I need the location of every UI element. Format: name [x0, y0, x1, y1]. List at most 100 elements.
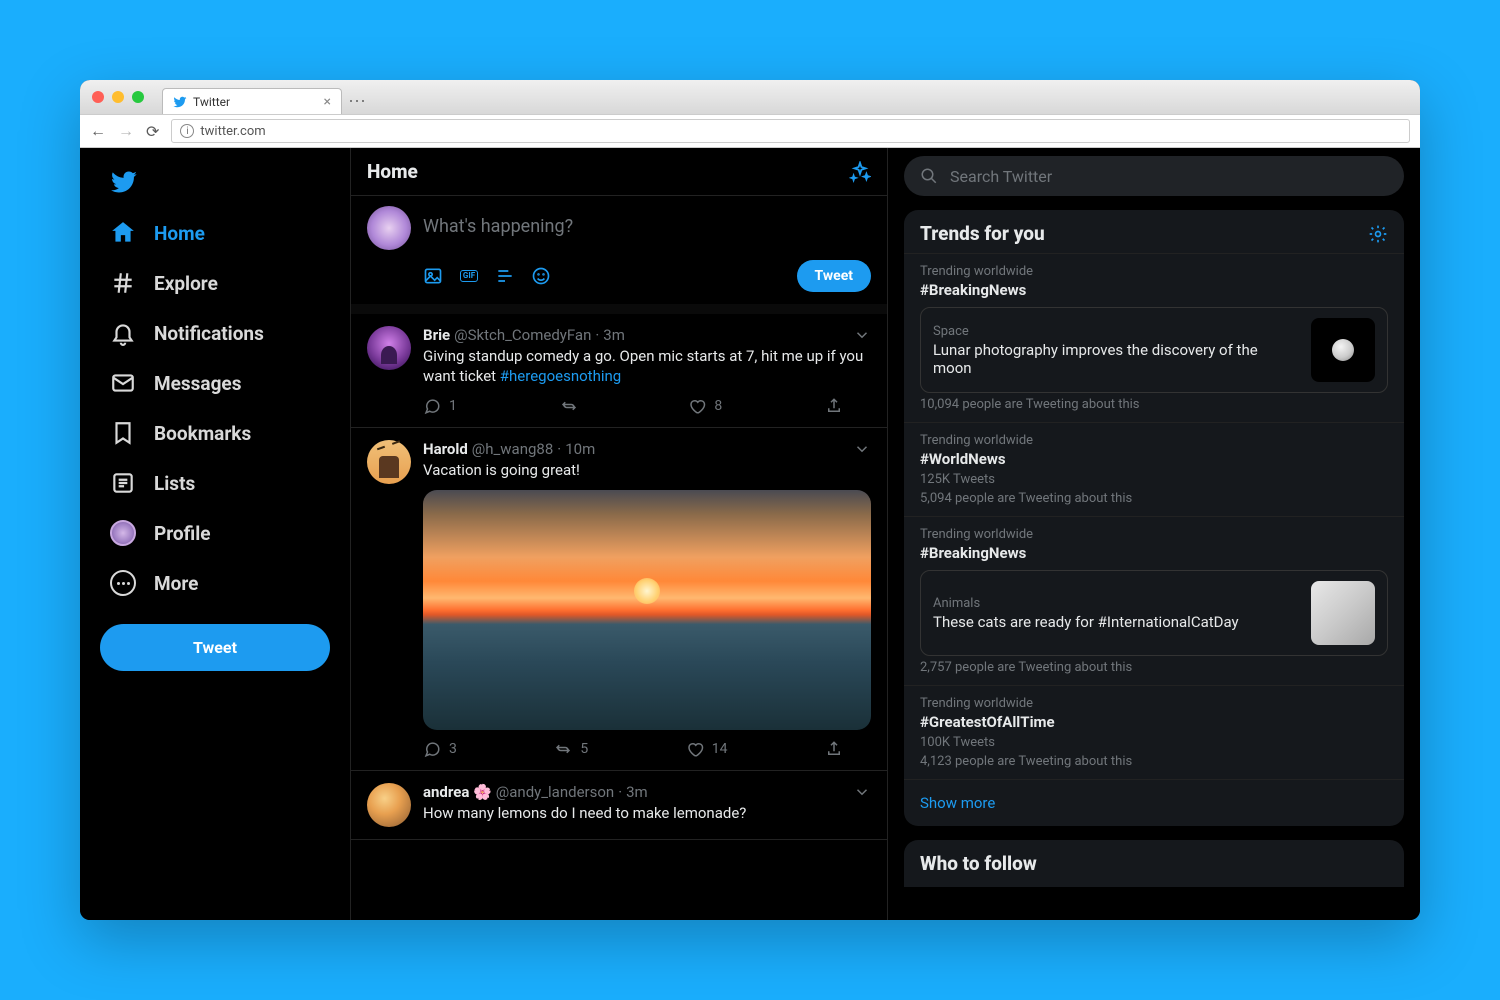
retweet-button[interactable]: 5 [554, 740, 588, 758]
tab-close-icon[interactable]: × [324, 94, 331, 110]
sidebar-item-label: Explore [154, 272, 218, 295]
tweet-time: 3m [603, 326, 625, 344]
more-icon [110, 570, 136, 596]
card-headline: Lunar photography improves the discovery… [933, 341, 1299, 377]
trend-card[interactable]: Space Lunar photography improves the dis… [920, 307, 1388, 393]
trend-topic: #WorldNews [920, 450, 1388, 468]
tweet-avatar[interactable] [367, 326, 411, 370]
compose-tweet-button[interactable]: Tweet [797, 260, 871, 292]
search-input[interactable]: Search Twitter [904, 156, 1404, 196]
window-minimize-icon[interactable] [112, 91, 124, 103]
browser-titlebar: Twitter × ⋯ [80, 80, 1420, 114]
like-count: 8 [714, 398, 722, 414]
tweet[interactable]: Harold @h_wang88 · 10m Vacation is going… [351, 428, 887, 771]
twitter-logo-icon[interactable] [100, 158, 330, 206]
tweet-text: Vacation is going great! [423, 460, 871, 480]
chevron-down-icon[interactable] [853, 440, 871, 458]
url-input[interactable]: i twitter.com [171, 119, 1410, 143]
sidebar-item-lists[interactable]: Lists [100, 460, 330, 506]
sidebar-item-label: Notifications [154, 322, 264, 345]
sidebar-item-messages[interactable]: Messages [100, 360, 330, 406]
back-icon[interactable]: ← [90, 121, 106, 141]
trend-context: Trending worldwide [920, 433, 1388, 448]
sparkle-icon[interactable] [849, 161, 871, 183]
card-category: Space [933, 324, 1299, 339]
tweet-author-name[interactable]: Brie [423, 326, 450, 344]
card-headline: These cats are ready for #InternationalC… [933, 613, 1299, 631]
window-zoom-icon[interactable] [132, 91, 144, 103]
like-count: 14 [712, 741, 728, 757]
sidebar-item-more[interactable]: More [100, 560, 330, 606]
site-info-icon[interactable]: i [180, 124, 194, 138]
sidebar: Home Explore Notifications Messages Book… [80, 148, 350, 920]
image-icon[interactable] [423, 266, 443, 286]
share-button[interactable] [825, 740, 843, 758]
browser-tab[interactable]: Twitter × [162, 88, 342, 114]
card-thumbnail [1311, 318, 1375, 382]
tweet-author-handle[interactable]: @Sktch_ComedyFan [454, 326, 591, 344]
new-tab-button[interactable]: ⋯ [348, 88, 366, 114]
trend-topic: #BreakingNews [920, 544, 1388, 562]
tweet-author-handle[interactable]: @h_wang88 [472, 440, 554, 458]
trend-item[interactable]: Trending worldwide #BreakingNews Space L… [904, 253, 1404, 422]
trend-item[interactable]: Trending worldwide #GreatestOfAllTime 10… [904, 685, 1404, 779]
trend-topic: #BreakingNews [920, 281, 1388, 299]
compose-input[interactable]: What's happening? [423, 206, 573, 237]
tweet[interactable]: Brie @Sktch_ComedyFan · 3m Giving standu… [351, 314, 887, 428]
trend-card[interactable]: Animals These cats are ready for #Intern… [920, 570, 1388, 656]
sidebar-item-explore[interactable]: Explore [100, 260, 330, 306]
compose-box: What's happening? GIF Tweet [351, 196, 887, 314]
trend-item[interactable]: Trending worldwide #WorldNews 125K Tweet… [904, 422, 1404, 516]
gif-icon[interactable]: GIF [459, 266, 479, 286]
show-more-link[interactable]: Show more [904, 779, 1404, 826]
tweet-author-handle[interactable]: @andy_landerson [496, 783, 614, 801]
retweet-button[interactable] [560, 397, 586, 415]
trend-context: Trending worldwide [920, 527, 1388, 542]
separator-dot: · [618, 783, 622, 801]
reply-button[interactable]: 3 [423, 740, 457, 758]
chevron-down-icon[interactable] [853, 783, 871, 801]
tweet-time: 3m [626, 783, 648, 801]
trends-title: Trends for you [920, 222, 1045, 245]
sidebar-item-label: Bookmarks [154, 422, 251, 445]
sidebar-item-label: Home [154, 222, 205, 245]
tweet-avatar[interactable] [367, 440, 411, 484]
trend-item[interactable]: Trending worldwide #BreakingNews Animals… [904, 516, 1404, 685]
trend-tweetcount: 125K Tweets [920, 472, 1388, 487]
share-button[interactable] [825, 397, 843, 415]
traffic-lights [92, 91, 144, 103]
card-thumbnail [1311, 581, 1375, 645]
sidebar-item-profile[interactable]: Profile [100, 510, 330, 556]
trend-topic: #GreatestOfAllTime [920, 713, 1388, 731]
like-button[interactable]: 14 [686, 740, 728, 758]
window-close-icon[interactable] [92, 91, 104, 103]
tab-title: Twitter [193, 95, 230, 109]
tweet[interactable]: andrea 🌸 @andy_landerson · 3m How many l… [351, 771, 887, 840]
gear-icon[interactable] [1368, 224, 1388, 244]
sidebar-item-label: More [154, 572, 198, 595]
emoji-icon[interactable] [531, 266, 551, 286]
browser-addressbar: ← → ⟳ i twitter.com [80, 114, 1420, 148]
avatar-icon [110, 520, 136, 546]
reload-icon[interactable]: ⟳ [146, 122, 159, 141]
envelope-icon [110, 370, 136, 396]
tweet-author-name[interactable]: Harold [423, 440, 468, 458]
sidebar-item-notifications[interactable]: Notifications [100, 310, 330, 356]
user-avatar[interactable] [367, 206, 411, 250]
hashtag-link[interactable]: #heregoesnothing [500, 367, 621, 385]
tweet-image[interactable] [423, 490, 871, 730]
tweet-author-name[interactable]: andrea 🌸 [423, 783, 492, 801]
tweet-avatar[interactable] [367, 783, 411, 827]
chevron-down-icon[interactable] [853, 326, 871, 344]
sidebar-item-bookmarks[interactable]: Bookmarks [100, 410, 330, 456]
forward-icon[interactable]: → [118, 121, 134, 141]
tweet-text: How many lemons do I need to make lemona… [423, 803, 871, 823]
sidebar-item-home[interactable]: Home [100, 210, 330, 256]
trend-context: Trending worldwide [920, 264, 1388, 279]
reply-button[interactable]: 1 [423, 397, 457, 415]
browser-window: Twitter × ⋯ ← → ⟳ i twitter.com Home [80, 80, 1420, 920]
poll-icon[interactable] [495, 266, 515, 286]
like-button[interactable]: 8 [688, 397, 722, 415]
tweet-button[interactable]: Tweet [100, 624, 330, 671]
sidebar-item-label: Profile [154, 522, 211, 545]
